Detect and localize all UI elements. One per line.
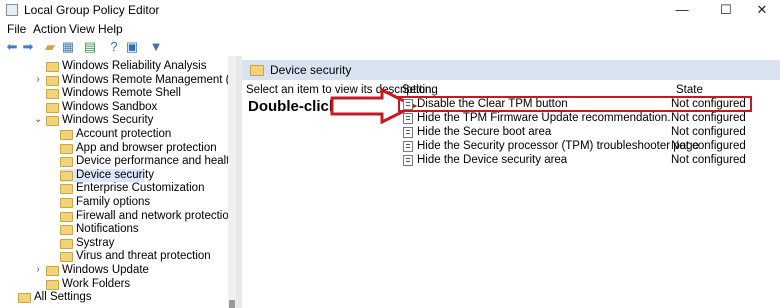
folder-icon: [60, 184, 73, 195]
policy-name[interactable]: Hide the Device security area: [417, 154, 567, 166]
policy-name[interactable]: Hide the Security processor (TPM) troubl…: [417, 140, 699, 152]
highlight-box: [398, 96, 752, 112]
tree-item[interactable]: Windows Update: [62, 264, 149, 277]
folder-icon: [60, 198, 73, 208]
policy-state: Not configured: [671, 154, 746, 166]
folder-icon: [60, 170, 73, 181]
folder-icon: [60, 157, 73, 168]
folder-icon: [60, 238, 73, 249]
tree-item[interactable]: Enterprise Customization: [76, 182, 204, 195]
tree-item[interactable]: Windows Security: [62, 114, 153, 127]
policy-state: Not configured: [671, 112, 746, 124]
tree-item[interactable]: Windows Remote Shell: [62, 87, 181, 100]
details-header-title: Device security: [270, 63, 352, 77]
tree-item[interactable]: Windows Remote Management (WinRM): [62, 74, 236, 87]
app-icon: [6, 4, 18, 16]
minimize-button[interactable]: —: [660, 0, 704, 20]
tree-item[interactable]: Notifications: [76, 223, 139, 236]
policy-name[interactable]: Hide the TPM Firmware Update recommendat…: [417, 112, 671, 124]
policy-name[interactable]: Hide the Secure boot area: [417, 126, 551, 138]
tree-item[interactable]: Account protection: [76, 128, 171, 141]
tree-item[interactable]: Virus and threat protection: [76, 250, 211, 263]
folder-icon: [46, 116, 59, 127]
tree-item[interactable]: Windows Sandbox: [62, 101, 157, 114]
export-icon[interactable]: ▤: [82, 39, 98, 55]
tree-scrollbar[interactable]: [228, 56, 236, 308]
tree-item[interactable]: Systray: [76, 237, 114, 250]
back-icon[interactable]: ⬅: [4, 39, 20, 55]
policy-state: Not configured: [671, 140, 746, 152]
folder-icon: [60, 211, 73, 222]
folder-icon: [46, 75, 59, 86]
properties-icon[interactable]: ▣: [124, 39, 140, 55]
title-bar: Local Group Policy Editor — ☐ ✕: [0, 0, 780, 20]
tree-item[interactable]: Family options: [76, 196, 150, 209]
chevron-right-icon[interactable]: ›: [34, 74, 42, 85]
policy-setting-icon: [403, 155, 413, 166]
folder-icon: [250, 65, 264, 76]
chevron-down-icon[interactable]: ⌄: [34, 114, 42, 125]
folder-icon: [46, 102, 59, 113]
menu-help[interactable]: Help: [98, 22, 123, 36]
folder-icon: [46, 62, 59, 72]
column-header-setting[interactable]: Setting: [402, 84, 438, 96]
forward-icon[interactable]: ➡: [20, 39, 36, 55]
toolbar: ⬅ ➡ ▰ ▦ ▤ ? ▣ ▼: [0, 38, 780, 57]
policy-setting-icon: [403, 113, 413, 124]
details-panel: Device security Select an item to view i…: [242, 56, 780, 308]
settings-folder-icon: [18, 293, 31, 304]
show-hide-tree-icon[interactable]: ▦: [60, 39, 76, 55]
folder-icon: [60, 143, 73, 154]
details-header: Device security: [242, 60, 780, 80]
chevron-right-icon[interactable]: ›: [34, 264, 42, 275]
tree-item[interactable]: Windows Reliability Analysis: [62, 60, 206, 73]
tree-scrollbar-thumb[interactable]: [229, 300, 235, 308]
menu-view[interactable]: View: [69, 22, 95, 36]
help-icon[interactable]: ?: [106, 39, 122, 55]
filter-icon[interactable]: ▼: [148, 39, 164, 55]
tree-item[interactable]: Work Folders: [62, 278, 130, 291]
up-folder-icon[interactable]: ▰: [42, 39, 58, 55]
folder-icon: [46, 266, 59, 276]
menu-bar: File Action View Help: [0, 20, 780, 38]
close-button[interactable]: ✕: [740, 0, 780, 20]
tree-item[interactable]: Device performance and health: [76, 155, 236, 168]
tree-item[interactable]: App and browser protection: [76, 142, 217, 155]
policy-state: Not configured: [671, 126, 746, 138]
folder-icon: [60, 225, 73, 236]
folder-icon: [60, 130, 73, 140]
tree-item[interactable]: Firewall and network protection: [76, 210, 235, 223]
policy-setting-icon: [403, 141, 413, 152]
folder-icon: [46, 279, 59, 290]
policy-setting-icon: [403, 127, 413, 138]
menu-file[interactable]: File: [7, 22, 26, 36]
window-title: Local Group Policy Editor: [24, 3, 160, 17]
column-header-state[interactable]: State: [676, 84, 703, 96]
menu-action[interactable]: Action: [33, 22, 66, 36]
double-click-annotation: Double-click: [248, 98, 338, 115]
tree-item[interactable]: All Settings: [34, 291, 92, 304]
folder-icon: [46, 89, 59, 100]
tree-panel: Windows Reliability Analysis › Windows Rem…: [0, 56, 236, 308]
tree-item[interactable]: Device security: [76, 169, 154, 182]
folder-icon: [60, 252, 73, 263]
